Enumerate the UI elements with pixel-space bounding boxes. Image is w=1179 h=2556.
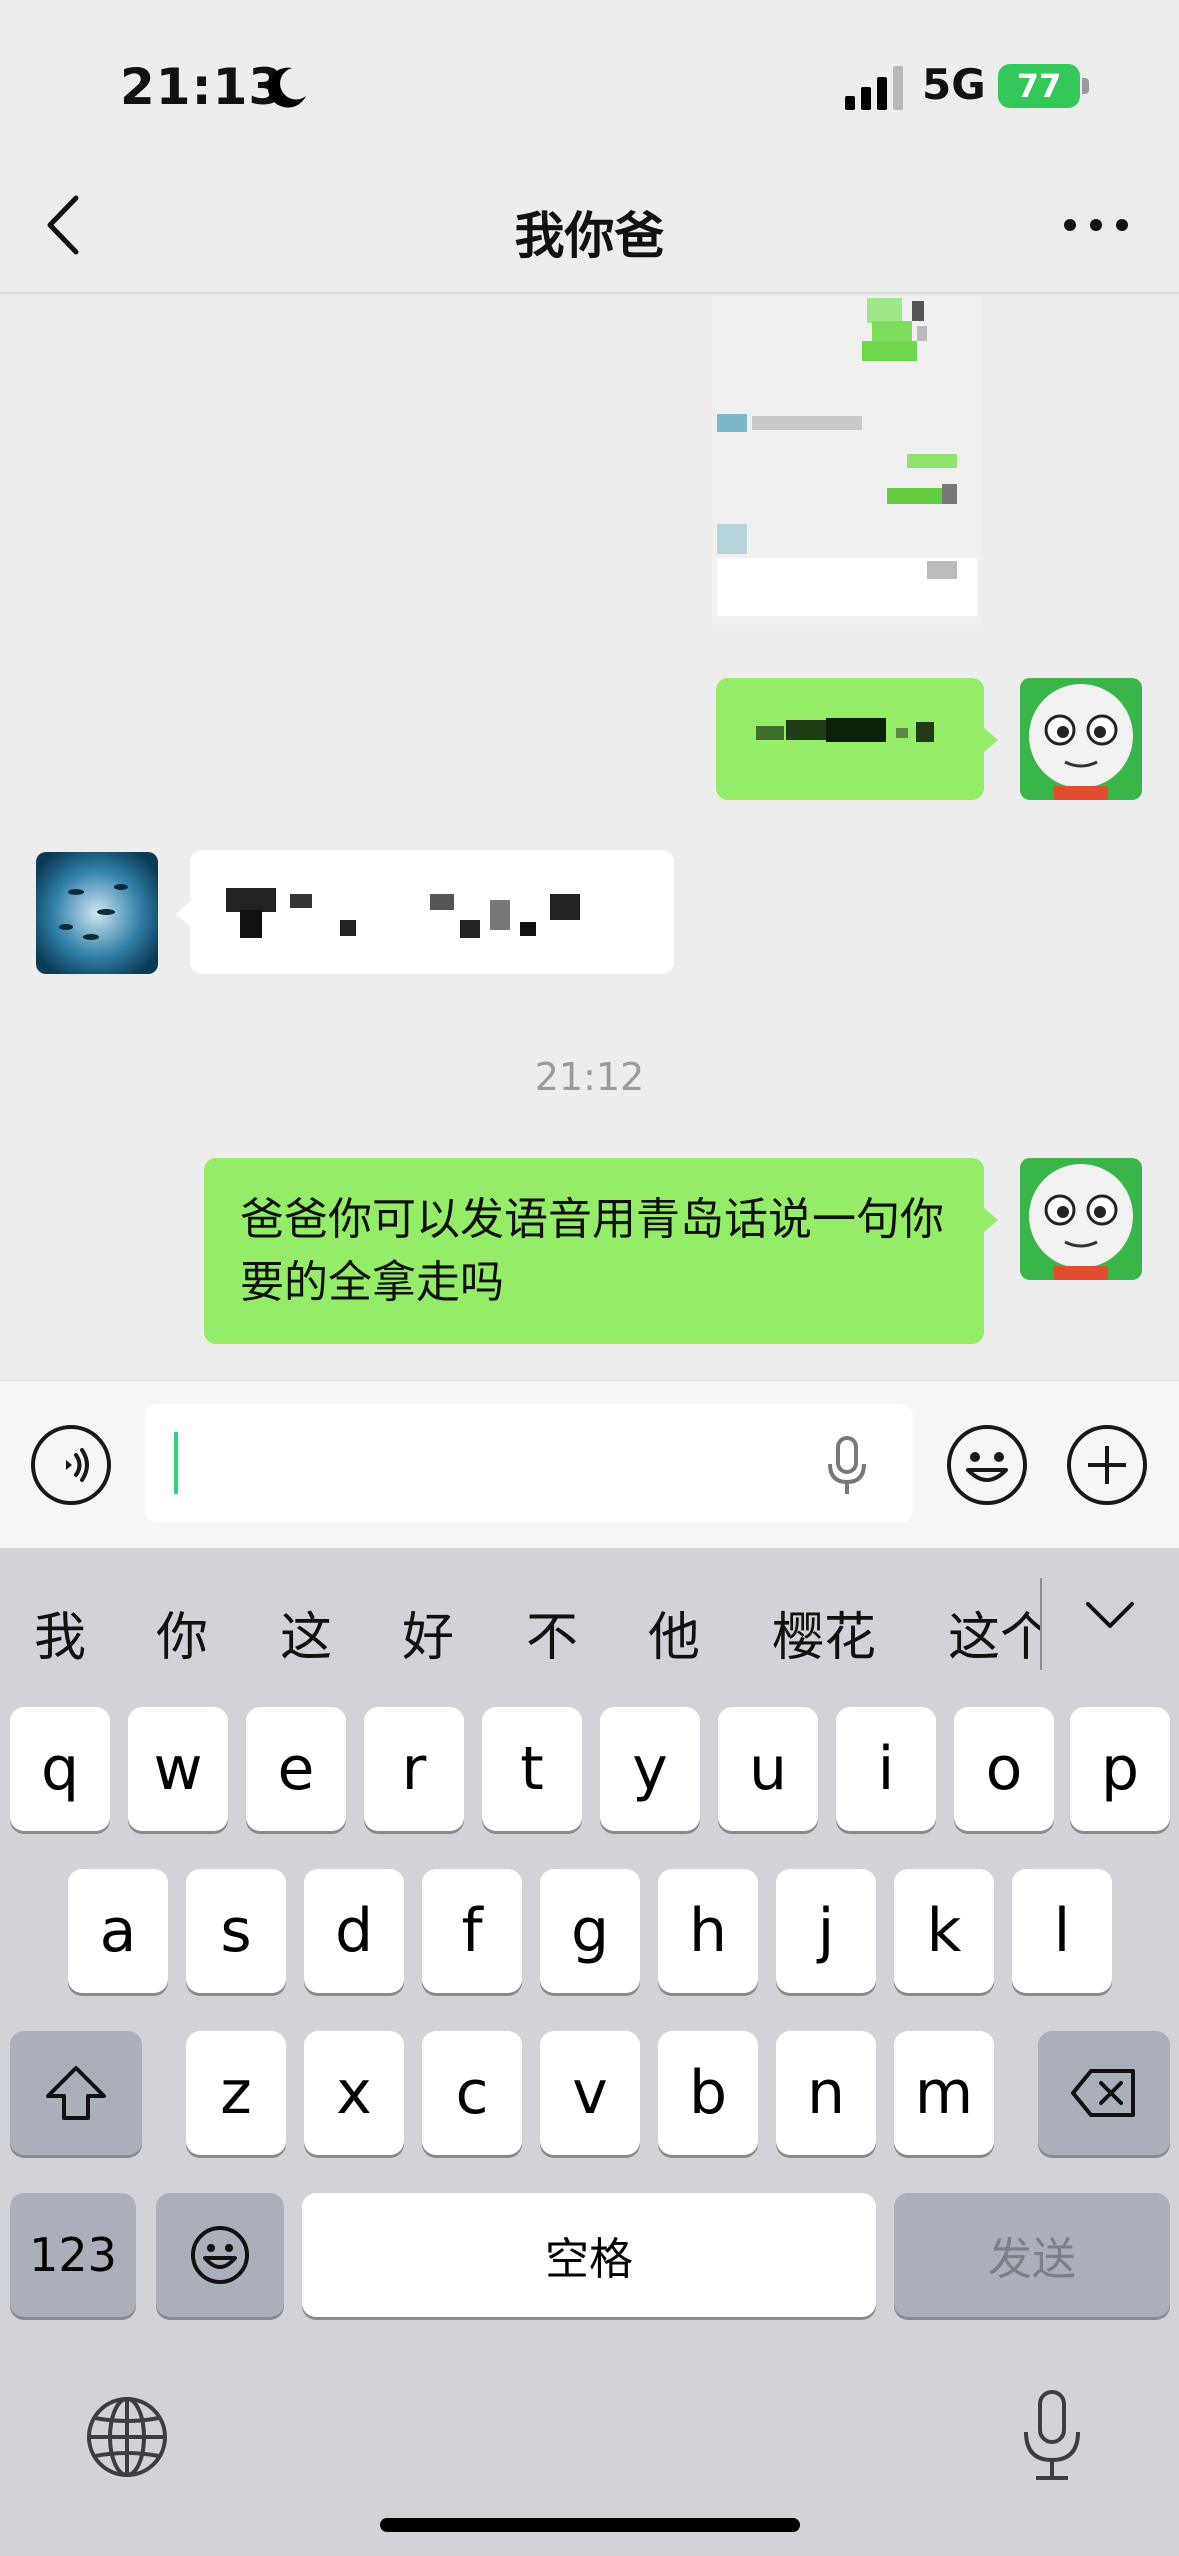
key-g[interactable]: g bbox=[540, 1869, 640, 1993]
backspace-icon bbox=[1071, 2069, 1135, 2117]
status-time: 21:13 bbox=[120, 58, 285, 116]
bubble-tail bbox=[176, 900, 192, 928]
candidate-word[interactable]: 他 bbox=[648, 1595, 700, 1670]
candidate-word[interactable]: 你 bbox=[156, 1595, 208, 1670]
key-n[interactable]: n bbox=[776, 2031, 876, 2155]
pixelated-message bbox=[712, 296, 982, 626]
key-v[interactable]: v bbox=[540, 2031, 640, 2155]
delete-key[interactable] bbox=[1038, 2031, 1170, 2155]
key-m[interactable]: m bbox=[894, 2031, 994, 2155]
key-a[interactable]: a bbox=[68, 1869, 168, 1993]
contact-avatar[interactable] bbox=[36, 852, 158, 974]
key-d[interactable]: d bbox=[304, 1869, 404, 1993]
emoji-key[interactable] bbox=[156, 2193, 284, 2317]
chat-title: 我你爸 bbox=[514, 207, 665, 265]
candidate-word[interactable]: 不 bbox=[526, 1595, 578, 1670]
key-s[interactable]: s bbox=[186, 1869, 286, 1993]
battery-cap bbox=[1082, 78, 1089, 94]
message-timestamp: 21:12 bbox=[534, 1055, 645, 1099]
received-message-bubble[interactable] bbox=[190, 850, 674, 974]
send-key[interactable]: 发送 bbox=[894, 2193, 1170, 2317]
battery-indicator: 77 bbox=[998, 64, 1080, 108]
key-p[interactable]: p bbox=[1070, 1707, 1170, 1831]
home-indicator bbox=[380, 2518, 800, 2532]
message-input[interactable] bbox=[145, 1404, 913, 1522]
my-avatar[interactable] bbox=[1020, 1158, 1142, 1280]
dictation-microphone-icon[interactable] bbox=[1016, 2388, 1088, 2484]
candidate-word[interactable]: 这个 bbox=[948, 1595, 1040, 1670]
signal-icon bbox=[845, 66, 903, 110]
sent-message-text: 爸爸你可以发语音用青岛话说一句你要的全拿走吗 bbox=[240, 1194, 944, 1308]
add-attachment-button[interactable] bbox=[1066, 1424, 1148, 1506]
key-f[interactable]: f bbox=[422, 1869, 522, 1993]
key-u[interactable]: u bbox=[718, 1707, 818, 1831]
shift-key[interactable] bbox=[10, 2031, 142, 2155]
candidate-divider bbox=[1040, 1578, 1042, 1670]
chevron-down-icon[interactable] bbox=[1084, 1598, 1136, 1634]
key-w[interactable]: w bbox=[128, 1707, 228, 1831]
key-b[interactable]: b bbox=[658, 2031, 758, 2155]
voice-toggle-button[interactable] bbox=[30, 1424, 112, 1506]
moon-icon bbox=[267, 67, 306, 108]
candidate-word[interactable]: 好 bbox=[402, 1595, 454, 1670]
space-key[interactable]: 空格 bbox=[302, 2193, 876, 2317]
emoji-icon bbox=[191, 2226, 249, 2284]
key-k[interactable]: k bbox=[894, 1869, 994, 1993]
key-i[interactable]: i bbox=[836, 1707, 936, 1831]
shift-icon bbox=[46, 2066, 106, 2120]
candidate-word[interactable]: 樱花 bbox=[772, 1595, 876, 1670]
key-e[interactable]: e bbox=[246, 1707, 346, 1831]
network-label: 5G bbox=[922, 60, 986, 109]
bubble-tail bbox=[982, 1206, 998, 1234]
battery-level: 77 bbox=[1016, 67, 1062, 105]
key-r[interactable]: r bbox=[364, 1707, 464, 1831]
key-h[interactable]: h bbox=[658, 1869, 758, 1993]
key-c[interactable]: c bbox=[422, 2031, 522, 2155]
emoji-button[interactable] bbox=[946, 1424, 1028, 1506]
candidate-word[interactable]: 这 bbox=[280, 1595, 332, 1670]
candidate-word[interactable]: 我 bbox=[34, 1595, 86, 1670]
key-z[interactable]: z bbox=[186, 2031, 286, 2155]
globe-icon[interactable] bbox=[84, 2394, 170, 2480]
bubble-tail bbox=[982, 726, 998, 754]
numbers-key[interactable]: 123 bbox=[10, 2193, 136, 2317]
nav-divider bbox=[0, 292, 1179, 294]
more-options-button[interactable] bbox=[1060, 210, 1132, 240]
key-t[interactable]: t bbox=[482, 1707, 582, 1831]
key-q[interactable]: q bbox=[10, 1707, 110, 1831]
microphone-icon[interactable] bbox=[822, 1434, 872, 1498]
key-o[interactable]: o bbox=[954, 1707, 1054, 1831]
text-caret bbox=[174, 1432, 178, 1494]
key-j[interactable]: j bbox=[776, 1869, 876, 1993]
sent-message-bubble[interactable] bbox=[716, 678, 984, 800]
key-x[interactable]: x bbox=[304, 2031, 404, 2155]
my-avatar[interactable] bbox=[1020, 678, 1142, 800]
key-y[interactable]: y bbox=[600, 1707, 700, 1831]
key-l[interactable]: l bbox=[1012, 1869, 1112, 1993]
